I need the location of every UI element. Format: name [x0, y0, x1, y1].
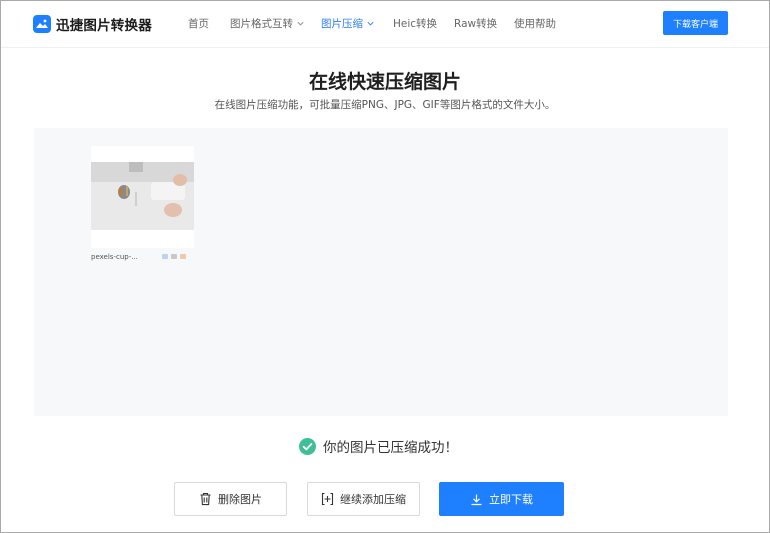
image-logo-icon [33, 15, 51, 33]
download-client-button[interactable]: 下载客户端 [663, 11, 728, 35]
format-badge-icon [162, 254, 168, 259]
delete-image-button[interactable]: 删除图片 [174, 482, 287, 516]
download-client-label: 下载客户端 [672, 19, 718, 30]
chevron-down-icon [367, 21, 374, 26]
nav-item-format-convert[interactable]: 图片格式互转 [230, 16, 321, 31]
download-icon [470, 493, 483, 506]
main-nav: 首页 图片格式互转 图片压缩 Heic转换 Raw转换 使用帮助 [188, 16, 556, 31]
download-now-button[interactable]: 立即下载 [439, 482, 564, 516]
nav-label: 图片格式互转 [230, 18, 293, 30]
delete-label: 删除图片 [218, 493, 262, 506]
nav-item-help[interactable]: 使用帮助 [514, 16, 556, 31]
file-thumbnail-image [91, 162, 194, 230]
file-thumbnail-card[interactable] [91, 146, 194, 248]
nav-item-heic[interactable]: Heic转换 [393, 16, 454, 31]
nav-label: 图片压缩 [321, 18, 363, 30]
continue-label: 继续添加压缩 [340, 493, 406, 506]
success-message: 你的图片已压缩成功！ [323, 440, 458, 456]
nav-label: Raw转换 [454, 18, 498, 30]
logo[interactable]: 迅捷图片转换器 [33, 14, 152, 34]
app-title: 迅捷图片转换器 [56, 18, 152, 34]
nav-item-compress[interactable]: 图片压缩 [321, 16, 393, 31]
continue-add-button[interactable]: 继续添加压缩 [307, 482, 420, 516]
trash-icon [199, 492, 212, 506]
size-badge-icon [171, 254, 177, 259]
file-list-panel: pexels-cup-... [34, 128, 728, 416]
nav-item-home[interactable]: 首页 [188, 16, 230, 31]
file-status-icons [162, 254, 186, 259]
page-subtitle: 在线图片压缩功能，可批量压缩PNG、JPG、GIF等图片格式的文件大小。 [214, 99, 556, 111]
chevron-down-icon [297, 21, 304, 26]
nav-label: 首页 [188, 18, 209, 30]
nav-item-raw[interactable]: Raw转换 [454, 16, 514, 31]
browser-frame: 迅捷图片转换器 首页 图片格式互转 图片压缩 Heic转换 Raw转换 使用帮助 [0, 0, 770, 533]
download-label: 立即下载 [489, 493, 533, 506]
page-title: 在线快速压缩图片 [308, 71, 461, 93]
nav-label: Heic转换 [393, 18, 438, 30]
nav-label: 使用帮助 [514, 18, 556, 30]
top-navbar: 迅捷图片转换器 首页 图片格式互转 图片压缩 Heic转换 Raw转换 使用帮助 [1, 1, 769, 48]
check-circle-icon [299, 437, 316, 455]
add-file-icon [321, 492, 334, 506]
status-badge-icon [180, 254, 186, 259]
success-status: 你的图片已压缩成功！ [299, 436, 458, 456]
file-name: pexels-cup-... [91, 253, 138, 261]
